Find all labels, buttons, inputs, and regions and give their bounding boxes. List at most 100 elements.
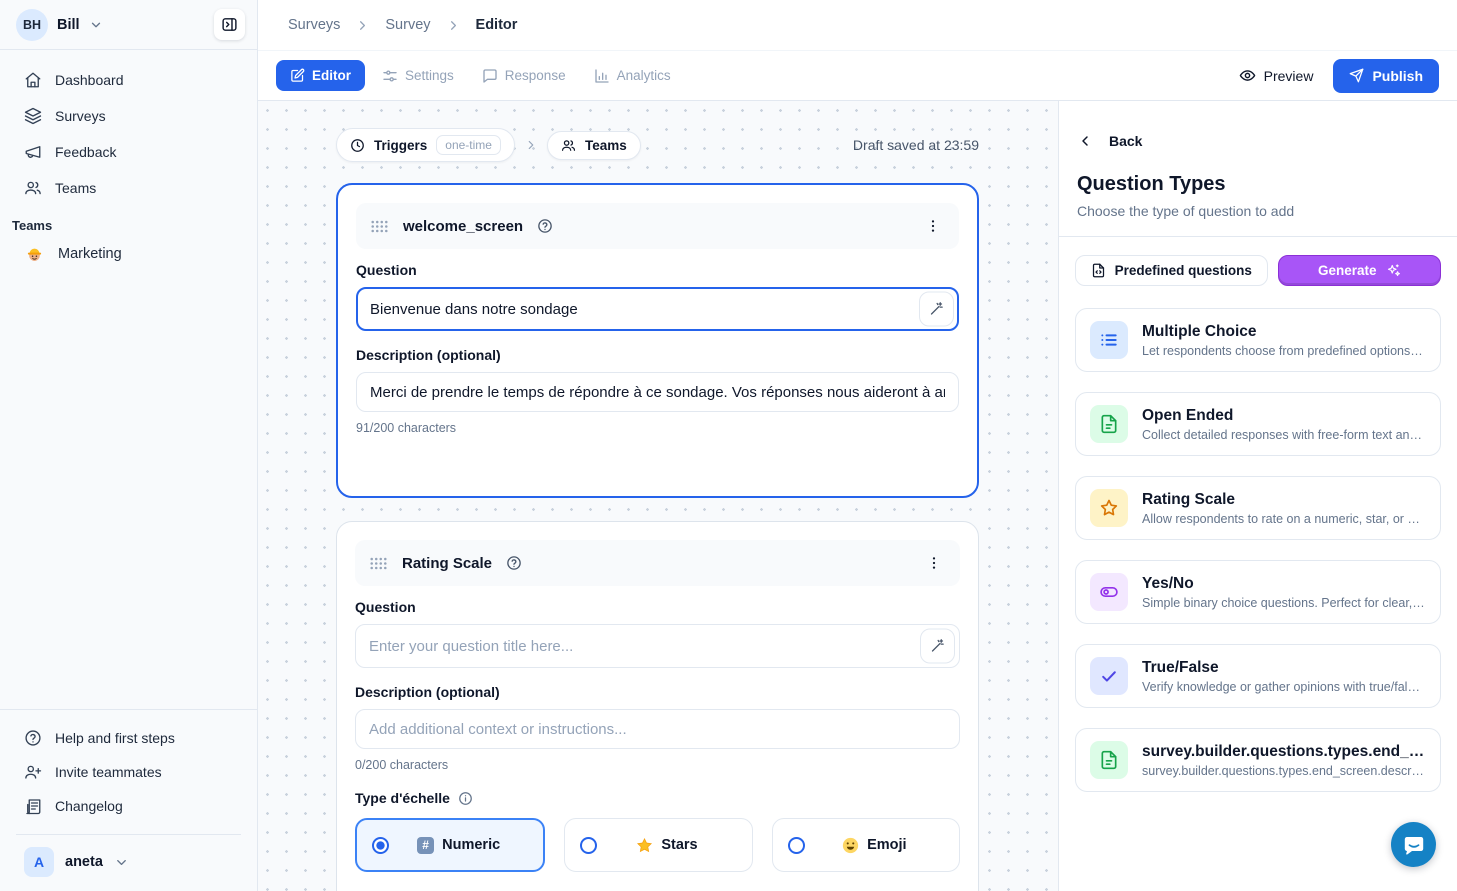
- predefined-questions-label: Predefined questions: [1115, 263, 1252, 278]
- canvas-toolbar: Triggers one-time Teams Draft saved at 2…: [336, 128, 979, 162]
- back-button[interactable]: Back: [1077, 133, 1439, 149]
- sidebar-item-surveys[interactable]: Surveys: [12, 100, 245, 132]
- layers-icon: [24, 107, 42, 125]
- publish-button[interactable]: Publish: [1333, 59, 1439, 93]
- smiley-emoji-icon: [842, 837, 859, 854]
- check-icon: [1090, 657, 1128, 695]
- app-root: BH Bill Dashboard Surveys Feedb: [0, 0, 1457, 891]
- list-icon: [1090, 321, 1128, 359]
- question-type-description: survey.builder.questions.types.end_scree…: [1142, 764, 1426, 778]
- question-card-welcome-screen[interactable]: welcome_screen Question Description (opt…: [336, 183, 979, 498]
- preview-button[interactable]: Preview: [1239, 67, 1314, 84]
- info-icon[interactable]: [458, 791, 473, 806]
- divider: [1059, 236, 1457, 237]
- ai-wand-button[interactable]: [919, 292, 954, 327]
- sidebar-item-label: Surveys: [55, 108, 106, 124]
- sliders-icon: [382, 68, 398, 84]
- home-icon: [24, 71, 42, 89]
- help-circle-icon: [24, 729, 42, 747]
- question-type-title: Open Ended: [1142, 407, 1426, 425]
- char-count: 91/200 characters: [356, 421, 959, 435]
- question-label: Question: [355, 599, 960, 615]
- question-type-title: Multiple Choice: [1142, 323, 1426, 341]
- question-input[interactable]: [355, 624, 960, 668]
- radio-icon: [580, 837, 597, 854]
- wand-sparkles-icon: [930, 639, 945, 654]
- predefined-questions-button[interactable]: Predefined questions: [1075, 255, 1268, 286]
- sidebar-item-help[interactable]: Help and first steps: [12, 722, 245, 754]
- sidebar-item-invite[interactable]: Invite teammates: [12, 756, 245, 788]
- megaphone-icon: [24, 143, 42, 161]
- description-input[interactable]: [355, 709, 960, 749]
- chevron-right-icon: [355, 18, 370, 33]
- drag-handle-icon[interactable]: [370, 219, 389, 234]
- question-type-description: Collect detailed responses with free-for…: [1142, 428, 1426, 442]
- question-type-rating-scale[interactable]: Rating Scale Allow respondents to rate o…: [1075, 476, 1441, 540]
- question-types-panel: Back Question Types Choose the type of q…: [1058, 101, 1457, 891]
- tab-editor[interactable]: Editor: [276, 60, 365, 91]
- tab-label: Response: [505, 68, 566, 83]
- back-label: Back: [1109, 133, 1142, 149]
- card-menu-icon[interactable]: [921, 214, 945, 238]
- question-type-true-false[interactable]: True/False Verify knowledge or gather op…: [1075, 644, 1441, 708]
- breadcrumb-editor: Editor: [476, 17, 518, 33]
- editor-toolbar: Editor Settings Response Analytics Previ…: [258, 50, 1457, 101]
- generate-button[interactable]: Generate: [1278, 255, 1441, 286]
- sidebar-collapse-button[interactable]: [214, 9, 245, 40]
- scale-option-label: Emoji: [867, 837, 906, 853]
- breadcrumb-survey[interactable]: Survey: [385, 17, 430, 33]
- teams-chip[interactable]: Teams: [547, 131, 641, 160]
- send-icon: [1349, 68, 1364, 83]
- sidebar-item-teams[interactable]: Teams: [12, 172, 245, 204]
- sidebar-item-feedback[interactable]: Feedback: [12, 136, 245, 168]
- ai-wand-button[interactable]: [920, 629, 955, 664]
- question-type-end-screen[interactable]: survey.builder.questions.types.end_scr..…: [1075, 728, 1441, 792]
- tab-response[interactable]: Response: [471, 60, 577, 92]
- tab-analytics[interactable]: Analytics: [583, 60, 682, 92]
- drag-handle-icon[interactable]: [369, 556, 388, 571]
- radio-icon: [788, 837, 805, 854]
- chevron-down-icon: [89, 18, 103, 32]
- question-label: Question: [356, 262, 959, 278]
- sidebar-item-label: Help and first steps: [55, 730, 175, 746]
- question-card-rating-scale[interactable]: Rating Scale Question Description (optio…: [336, 521, 979, 891]
- users-icon: [24, 179, 42, 197]
- sidebar-item-changelog[interactable]: Changelog: [12, 790, 245, 822]
- chevron-right-icon: [446, 18, 461, 33]
- chevron-left-icon: [1077, 133, 1093, 149]
- sidebar-footer: Help and first steps Invite teammates Ch…: [0, 709, 257, 891]
- scale-option-emoji[interactable]: Emoji: [772, 818, 960, 872]
- help-circle-icon[interactable]: [506, 555, 522, 571]
- panel-collapse-icon: [221, 16, 238, 33]
- question-type-open-ended[interactable]: Open Ended Collect detailed responses wi…: [1075, 392, 1441, 456]
- tab-settings[interactable]: Settings: [371, 60, 465, 92]
- sidebar-item-dashboard[interactable]: Dashboard: [12, 64, 245, 96]
- workspace-switcher[interactable]: BH Bill: [0, 0, 257, 50]
- card-title: welcome_screen: [403, 218, 523, 235]
- breadcrumb-surveys[interactable]: Surveys: [288, 17, 340, 33]
- question-type-yes-no[interactable]: Yes/No Simple binary choice questions. P…: [1075, 560, 1441, 624]
- help-circle-icon[interactable]: [537, 218, 553, 234]
- question-type-title: Rating Scale: [1142, 491, 1426, 509]
- card-menu-icon[interactable]: [922, 551, 946, 575]
- main-area: Surveys Survey Editor Editor Settings Re…: [258, 0, 1457, 891]
- publish-label: Publish: [1372, 68, 1423, 84]
- team-label: Marketing: [58, 246, 122, 262]
- scale-option-label: Stars: [661, 837, 697, 853]
- chat-widget-button[interactable]: [1391, 822, 1436, 867]
- sidebar-item-label: Dashboard: [55, 72, 124, 88]
- question-input[interactable]: [356, 287, 959, 331]
- file-text-icon: [1090, 741, 1128, 779]
- scale-option-stars[interactable]: Stars: [564, 818, 752, 872]
- sidebar-team-marketing[interactable]: Marketing: [12, 237, 245, 270]
- user-menu[interactable]: A aneta: [16, 834, 241, 891]
- question-type-multiple-choice[interactable]: Multiple Choice Let respondents choose f…: [1075, 308, 1441, 372]
- tab-label: Analytics: [617, 68, 671, 83]
- star-icon: [1090, 489, 1128, 527]
- scale-option-numeric[interactable]: # Numeric: [355, 818, 545, 872]
- sidebar-item-label: Teams: [55, 180, 96, 196]
- description-input[interactable]: [356, 372, 959, 412]
- triggers-chip[interactable]: Triggers one-time: [336, 128, 515, 162]
- question-type-description: Allow respondents to rate on a numeric, …: [1142, 512, 1426, 526]
- one-time-badge: one-time: [436, 135, 501, 155]
